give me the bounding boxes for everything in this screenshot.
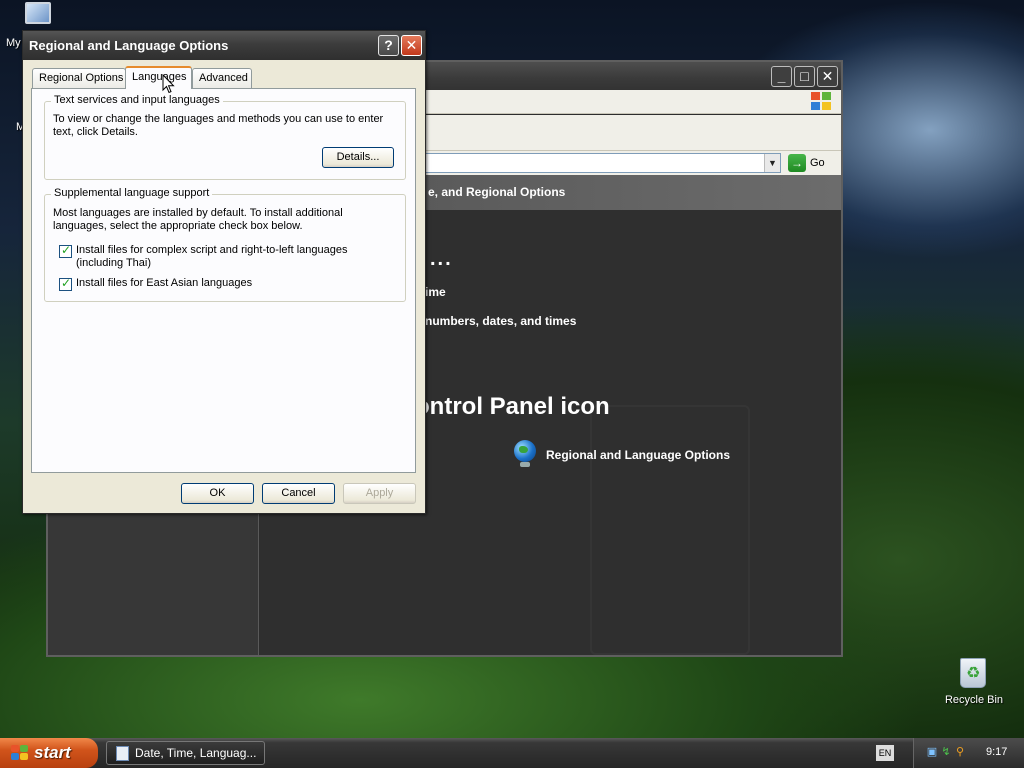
windows-logo-icon (11, 745, 29, 761)
globe-icon[interactable] (513, 440, 537, 468)
text-services-group: Text services and input languages To vie… (44, 94, 406, 180)
taskbar: start Date, Time, Languag... EN ▣ ↯ ⚲ 9:… (0, 738, 1024, 768)
close-button[interactable]: ✕ (817, 66, 838, 87)
tab-languages[interactable]: Languages (125, 66, 192, 89)
network-icon[interactable]: ▣ (926, 745, 938, 759)
complex-script-label: Install files for complex script and rig… (76, 244, 348, 269)
task-change-number-format[interactable]: numbers, dates, and times (425, 314, 576, 328)
ok-button[interactable]: OK (181, 483, 254, 504)
tab-advanced[interactable]: Advanced (192, 68, 252, 88)
go-label: Go (810, 157, 825, 169)
language-indicator[interactable]: EN (876, 745, 894, 761)
complex-script-option[interactable]: Install files for complex script and rig… (59, 243, 396, 270)
cancel-button[interactable]: Cancel (262, 483, 335, 504)
pick-task-heading: ... (430, 248, 453, 270)
close-button[interactable]: ✕ (401, 35, 422, 56)
supplemental-description: Most languages are installed by default.… (53, 207, 343, 232)
pick-icon-heading: ontrol Panel icon (415, 393, 610, 420)
apply-button[interactable]: Apply (343, 483, 416, 504)
dialog-titlebar[interactable]: Regional and Language Options ? ✕ (23, 31, 425, 60)
safely-remove-icon[interactable]: ↯ (940, 745, 952, 759)
go-button[interactable]: → Go (788, 153, 825, 173)
windows-logo-icon (811, 92, 833, 112)
my-computer-label: My (6, 37, 21, 49)
recycle-bin-label: Recycle Bin (944, 694, 1004, 706)
help-button[interactable]: ? (378, 35, 399, 56)
dialog-title: Regional and Language Options (29, 38, 229, 53)
go-arrow-icon: → (788, 154, 806, 172)
start-button[interactable]: start (0, 738, 98, 768)
languages-tab-panel: Text services and input languages To vie… (31, 88, 416, 473)
taskbar-window-button[interactable]: Date, Time, Languag... (106, 741, 265, 765)
recycle-bin-graphic (960, 658, 986, 688)
category-watermark-icon (590, 405, 750, 655)
search-icon[interactable]: ⚲ (954, 745, 966, 759)
minimize-button[interactable]: _ (771, 66, 792, 87)
regional-language-options-dialog: Regional and Language Options ? ✕ Region… (22, 30, 426, 514)
task-change-date-time[interactable]: ime (425, 285, 446, 299)
complex-script-checkbox[interactable] (59, 243, 72, 258)
regional-language-options-link[interactable]: Regional and Language Options (546, 448, 730, 462)
east-asian-option[interactable]: Install files for East Asian languages (59, 276, 396, 291)
computer-icon (25, 2, 51, 24)
recycle-bin-icon[interactable]: Recycle Bin (940, 656, 1008, 712)
tray-icons: ▣ ↯ ⚲ (926, 745, 966, 759)
category-header-title: e, and Regional Options (428, 185, 566, 199)
window-icon (116, 746, 129, 761)
details-button[interactable]: Details... (322, 147, 394, 168)
clock[interactable]: 9:17 (986, 746, 1007, 758)
chevron-down-icon[interactable]: ▼ (764, 154, 780, 172)
supplemental-legend: Supplemental language support (51, 187, 213, 199)
east-asian-checkbox[interactable] (59, 276, 72, 291)
text-services-description: To view or change the languages and meth… (53, 113, 384, 138)
east-asian-label: Install files for East Asian languages (76, 277, 253, 289)
start-label: start (34, 743, 71, 762)
taskbar-window-label: Date, Time, Languag... (135, 746, 257, 760)
mouse-pointer-icon (162, 73, 176, 94)
text-services-legend: Text services and input languages (51, 94, 223, 106)
maximize-button[interactable]: □ (794, 66, 815, 87)
system-tray: ▣ ↯ ⚲ 9:17 (913, 738, 1024, 768)
tab-regional-options[interactable]: Regional Options (32, 68, 126, 88)
supplemental-language-group: Supplemental language support Most langu… (44, 187, 406, 302)
